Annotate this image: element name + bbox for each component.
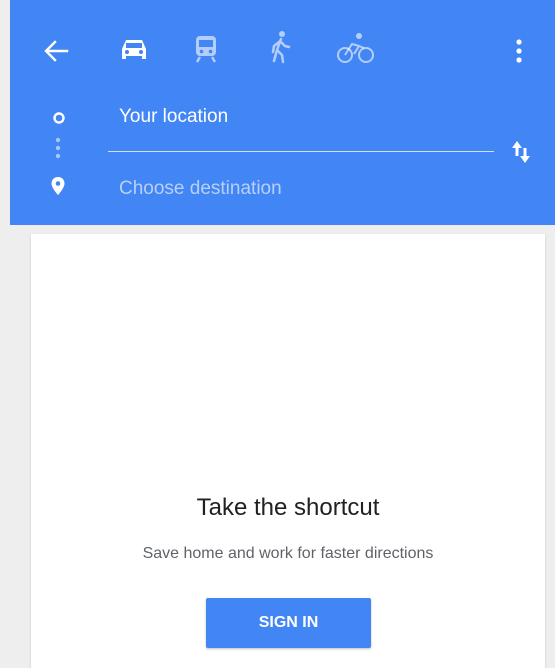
destination-field[interactable]: Choose destination [119,178,282,200]
route-dots-icon [54,136,64,166]
card-title: Take the shortcut [196,494,380,521]
origin-field-underline [108,151,494,152]
origin-field[interactable]: Your location [119,106,228,128]
walk-icon[interactable] [268,30,292,64]
train-icon[interactable] [194,34,218,64]
bike-icon[interactable] [337,32,375,64]
pin-icon [50,176,66,198]
car-icon[interactable] [120,36,148,62]
swap-icon[interactable] [508,138,534,166]
origin-dot-icon [52,111,66,125]
signin-promo-card: Take the shortcut Save home and work for… [31,234,545,668]
more-vert-icon[interactable] [514,38,524,64]
sign-in-button[interactable]: SIGN IN [206,598,371,648]
back-arrow-icon[interactable] [43,39,69,63]
card-subtitle: Save home and work for faster directions [142,545,434,562]
